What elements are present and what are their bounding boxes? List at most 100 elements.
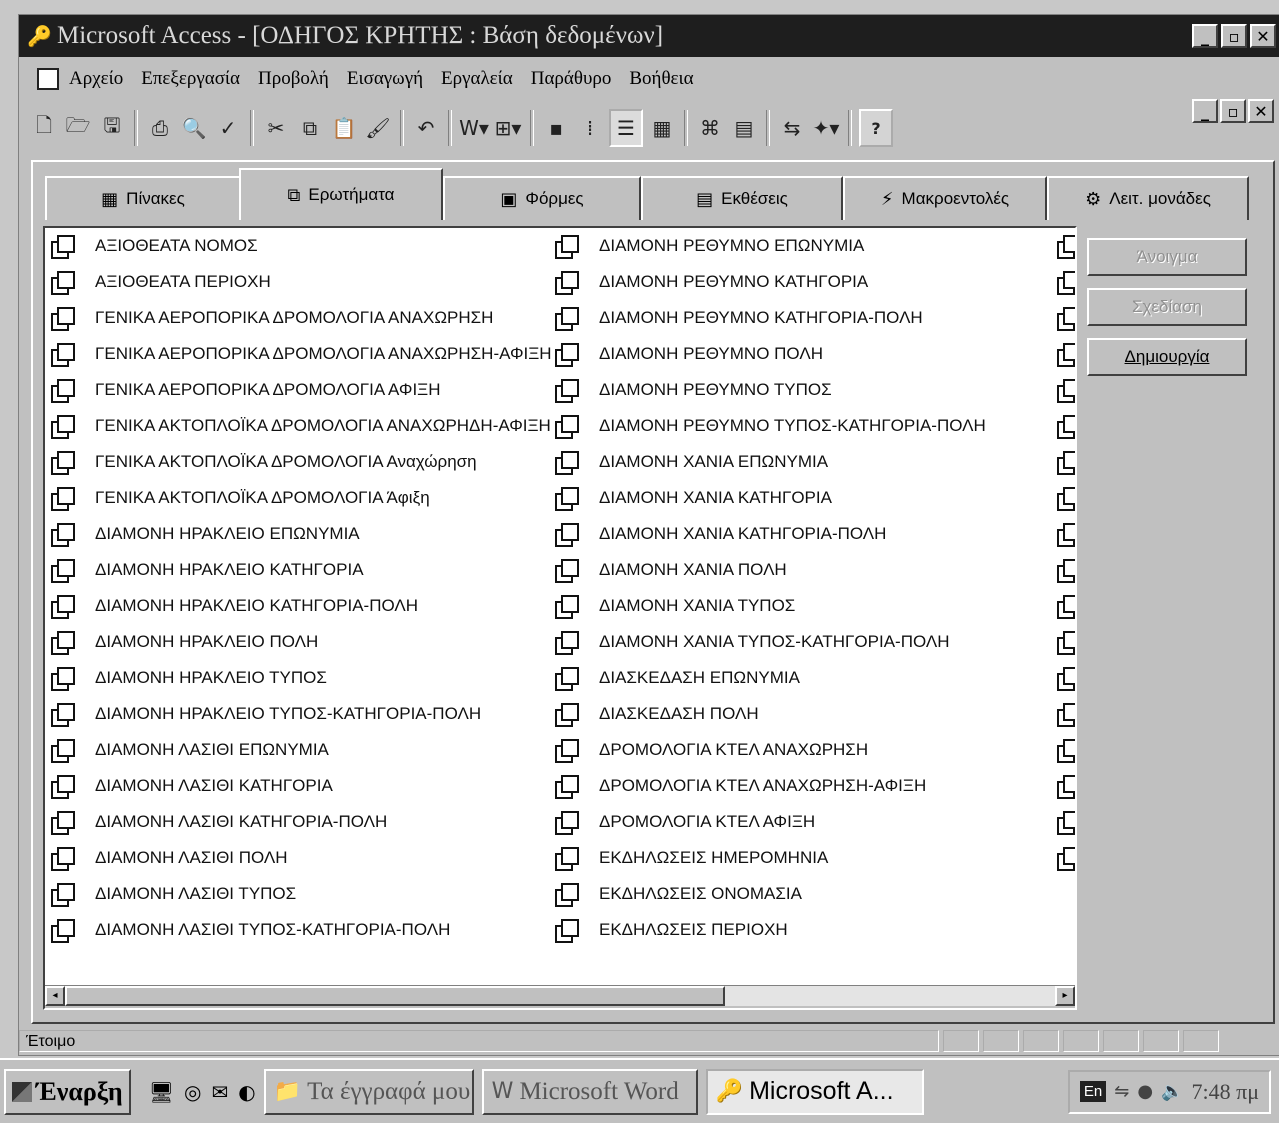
minimize-button[interactable]: _ bbox=[1192, 24, 1218, 48]
scroll-left-button[interactable]: ◂ bbox=[45, 986, 65, 1006]
tab-modules[interactable]: ⚙ Λειτ. μονάδες bbox=[1047, 176, 1249, 220]
list-item[interactable]: ΔΙΑΜΟΝΗ ΡΕΘΥΜΝΟ ΤΥΠΟΣ-ΚΑΤΗΓΟΡΙΑ-ΠΟΛΗ bbox=[555, 408, 986, 444]
list-item[interactable] bbox=[1057, 372, 1075, 408]
mdi-close-button[interactable]: ✕ bbox=[1248, 99, 1274, 123]
list-item[interactable]: ΔΙΑΜΟΝΗ ΧΑΝΙΑ ΤΥΠΟΣ-ΚΑΤΗΓΟΡΙΑ-ΠΟΛΗ bbox=[555, 624, 986, 660]
tab-reports[interactable]: ▤ Εκθέσεις bbox=[641, 176, 843, 220]
list-item[interactable]: ΔΙΑΣΚΕΔΑΣΗ ΕΠΩΝΥΜΙΑ bbox=[555, 660, 986, 696]
list-item[interactable]: ΔΙΑΜΟΝΗ ΗΡΑΚΛΕΙΟ ΚΑΤΗΓΟΡΙΑ-ΠΟΛΗ bbox=[51, 588, 552, 624]
list-item[interactable]: ΕΚΔΗΛΩΣΕΙΣ ΟΝΟΜΑΣΙΑ bbox=[555, 876, 986, 912]
cut-icon[interactable]: ✂ bbox=[261, 111, 291, 145]
list-item[interactable]: ΔΙΑΜΟΝΗ ΗΡΑΚΛΕΙΟ ΤΥΠΟΣ bbox=[51, 660, 552, 696]
list-item[interactable]: ΕΚΔΗΛΩΣΕΙΣ ΠΕΡΙΟΧΗ bbox=[555, 912, 986, 948]
large-icons-icon[interactable]: ▪ bbox=[541, 111, 571, 145]
list-item[interactable] bbox=[1057, 660, 1075, 696]
menu-help[interactable]: Βοήθεια bbox=[629, 68, 693, 90]
undo-icon[interactable]: ↶ bbox=[411, 111, 441, 145]
properties-icon[interactable]: ▤ bbox=[729, 111, 759, 145]
list-item[interactable]: ΔΙΑΜΟΝΗ ΧΑΝΙΑ ΚΑΤΗΓΟΡΙΑ-ΠΟΛΗ bbox=[555, 516, 986, 552]
new-button[interactable]: Δημιουργία bbox=[1087, 338, 1247, 376]
list-item[interactable]: ΔΙΑΜΟΝΗ ΡΕΘΥΜΝΟ ΠΟΛΗ bbox=[555, 336, 986, 372]
list-item[interactable]: ΔΡΟΜΟΛΟΓΙΑ ΚΤΕΛ ΑΝΑΧΩΡΗΣΗ bbox=[555, 732, 986, 768]
menu-insert[interactable]: Εισαγωγή bbox=[347, 68, 423, 90]
task-microsoft-access[interactable]: 🔑 Microsoft A... bbox=[705, 1068, 924, 1115]
list-item[interactable] bbox=[1057, 516, 1075, 552]
close-button[interactable]: ✕ bbox=[1250, 24, 1276, 48]
list-item[interactable] bbox=[1057, 804, 1075, 840]
task-my-documents[interactable]: 📁 Τα έγγραφά μου bbox=[263, 1068, 474, 1115]
menu-window[interactable]: Παράθυρο bbox=[531, 68, 612, 90]
list-item[interactable]: ΕΚΔΗΛΩΣΕΙΣ ΗΜΕΡΟΜΗΝΙΑ bbox=[555, 840, 986, 876]
list-item[interactable] bbox=[1057, 228, 1075, 264]
open-folder-icon[interactable]: 🗁 bbox=[63, 111, 93, 145]
browser-icon[interactable]: ◎ bbox=[184, 1080, 201, 1104]
task-microsoft-word[interactable]: W Microsoft Word bbox=[481, 1068, 698, 1115]
list-item[interactable]: ΔΙΑΜΟΝΗ ΡΕΘΥΜΝΟ ΤΥΠΟΣ bbox=[555, 372, 986, 408]
list-item[interactable]: ΓΕΝΙΚΑ ΑΕΡΟΠΟΡΙΚΑ ΔΡΟΜΟΛΟΓΙΑ ΑΝΑΧΩΡΗΣΗ bbox=[51, 300, 552, 336]
menu-edit[interactable]: Επεξεργασία bbox=[141, 68, 240, 90]
maximize-button[interactable]: ▫ bbox=[1221, 24, 1247, 48]
scroll-thumb[interactable] bbox=[65, 986, 725, 1006]
list-item[interactable]: ΔΙΑΜΟΝΗ ΛΑΣΙΘΙ ΕΠΩΝΥΜΙΑ bbox=[51, 732, 552, 768]
list-item[interactable]: ΔΙΑΜΟΝΗ ΛΑΣΙΘΙ ΚΑΤΗΓΟΡΙΑ-ΠΟΛΗ bbox=[51, 804, 552, 840]
list-item[interactable]: ΓΕΝΙΚΑ ΑΕΡΟΠΟΡΙΚΑ ΔΡΟΜΟΛΟΓΙΑ ΑΦΙΞΗ bbox=[51, 372, 552, 408]
list-item[interactable]: ΓΕΝΙΚΑ ΑΕΡΟΠΟΡΙΚΑ ΔΡΟΜΟΛΟΓΙΑ ΑΝΑΧΩΡΗΣΗ-Α… bbox=[51, 336, 552, 372]
list-item[interactable]: ΔΙΑΜΟΝΗ ΛΑΣΙΘΙ ΤΥΠΟΣ-ΚΑΤΗΓΟΡΙΑ-ΠΟΛΗ bbox=[51, 912, 552, 948]
list-item[interactable] bbox=[1057, 696, 1075, 732]
list-view-icon[interactable]: ☰ bbox=[609, 109, 643, 147]
list-item[interactable]: ΔΙΑΣΚΕΔΑΣΗ ΠΟΛΗ bbox=[555, 696, 986, 732]
list-item[interactable]: ΑΞΙΟΘΕΑΤΑ ΝΟΜΟΣ bbox=[51, 228, 552, 264]
volume-icon[interactable]: 🔈 bbox=[1161, 1081, 1183, 1102]
print-preview-icon[interactable]: 🔍 bbox=[179, 111, 209, 145]
tab-queries[interactable]: ⧉ Ερωτήματα bbox=[239, 168, 443, 220]
details-view-icon[interactable]: ▦ bbox=[647, 111, 677, 145]
network-icon[interactable]: ⇋ bbox=[1114, 1081, 1129, 1102]
list-item[interactable]: ΓΕΝΙΚΑ ΑΚΤΟΠΛΟΪΚΑ ΔΡΟΜΟΛΟΓΙΑ Άφιξη bbox=[51, 480, 552, 516]
list-item[interactable]: ΔΙΑΜΟΝΗ ΡΕΘΥΜΝΟ ΚΑΤΗΓΟΡΙΑ bbox=[555, 264, 986, 300]
list-item[interactable]: ΔΙΑΜΟΝΗ ΛΑΣΙΘΙ ΚΑΤΗΓΟΡΙΑ bbox=[51, 768, 552, 804]
list-item[interactable] bbox=[1057, 768, 1075, 804]
outlook-icon[interactable]: ✉ bbox=[211, 1080, 228, 1104]
list-item[interactable]: ΔΙΑΜΟΝΗ ΧΑΝΙΑ ΤΥΠΟΣ bbox=[555, 588, 986, 624]
horizontal-scrollbar[interactable]: ◂ ▸ bbox=[45, 985, 1075, 1008]
office-links-icon[interactable]: W▾ bbox=[459, 111, 489, 145]
relationships-icon[interactable]: ⇆ bbox=[777, 111, 807, 145]
help-icon[interactable]: ? bbox=[859, 109, 893, 147]
list-item[interactable] bbox=[1057, 444, 1075, 480]
menu-view[interactable]: Προβολή bbox=[258, 68, 329, 90]
list-item[interactable] bbox=[1057, 336, 1075, 372]
desktop-icon[interactable]: 🖥 bbox=[149, 1080, 174, 1104]
open-button[interactable]: Άνοιγμα bbox=[1087, 238, 1247, 276]
list-item[interactable]: ΔΙΑΜΟΝΗ ΡΕΘΥΜΝΟ ΚΑΤΗΓΟΡΙΑ-ΠΟΛΗ bbox=[555, 300, 986, 336]
tab-tables[interactable]: ▦ Πίνακες bbox=[45, 176, 241, 220]
list-item[interactable] bbox=[1057, 732, 1075, 768]
design-button[interactable]: Σχεδίαση bbox=[1087, 288, 1247, 326]
list-item[interactable] bbox=[1057, 408, 1075, 444]
antivirus-icon[interactable]: ● bbox=[1137, 1081, 1153, 1102]
channels-icon[interactable]: ◐ bbox=[238, 1080, 255, 1104]
list-item[interactable]: ΔΙΑΜΟΝΗ ΧΑΝΙΑ ΕΠΩΝΥΜΙΑ bbox=[555, 444, 986, 480]
title-bar[interactable]: 🔑 Microsoft Access - [ΟΔΗΓΟΣ ΚΡΗΤΗΣ : Βά… bbox=[19, 15, 1279, 57]
spelling-icon[interactable]: ✓ bbox=[213, 111, 243, 145]
list-item[interactable] bbox=[1057, 300, 1075, 336]
new-document-icon[interactable]: 🗋 bbox=[29, 111, 59, 145]
language-indicator[interactable]: En bbox=[1079, 1081, 1107, 1102]
tab-macros[interactable]: ⚡ Μακροεντολές bbox=[843, 176, 1047, 220]
list-item[interactable]: ΔΙΑΜΟΝΗ ΗΡΑΚΛΕΙΟ ΤΥΠΟΣ-ΚΑΤΗΓΟΡΙΑ-ΠΟΛΗ bbox=[51, 696, 552, 732]
document-icon[interactable] bbox=[37, 68, 59, 90]
list-item[interactable]: ΔΙΑΜΟΝΗ ΗΡΑΚΛΕΙΟ ΕΠΩΝΥΜΙΑ bbox=[51, 516, 552, 552]
list-item[interactable] bbox=[1057, 588, 1075, 624]
list-item[interactable]: ΔΙΑΜΟΝΗ ΧΑΝΙΑ ΠΟΛΗ bbox=[555, 552, 986, 588]
copy-icon[interactable]: ⧉ bbox=[295, 111, 325, 145]
start-button[interactable]: Έναρξη bbox=[4, 1068, 131, 1115]
scroll-right-button[interactable]: ▸ bbox=[1055, 986, 1075, 1006]
menu-tools[interactable]: Εργαλεία bbox=[441, 68, 513, 90]
list-item[interactable]: ΓΕΝΙΚΑ ΑΚΤΟΠΛΟΪΚΑ ΔΡΟΜΟΛΟΓΙΑ Αναχώρηση bbox=[51, 444, 552, 480]
new-object-icon[interactable]: ✦▾ bbox=[811, 111, 841, 145]
paste-icon[interactable]: 📋 bbox=[329, 111, 359, 145]
list-item[interactable]: ΔΙΑΜΟΝΗ ΛΑΣΙΘΙ ΠΟΛΗ bbox=[51, 840, 552, 876]
list-item[interactable]: ΔΡΟΜΟΛΟΓΙΑ ΚΤΕΛ ΑΦΙΞΗ bbox=[555, 804, 986, 840]
list-item[interactable] bbox=[1057, 264, 1075, 300]
list-item[interactable] bbox=[1057, 552, 1075, 588]
list-item[interactable] bbox=[1057, 480, 1075, 516]
